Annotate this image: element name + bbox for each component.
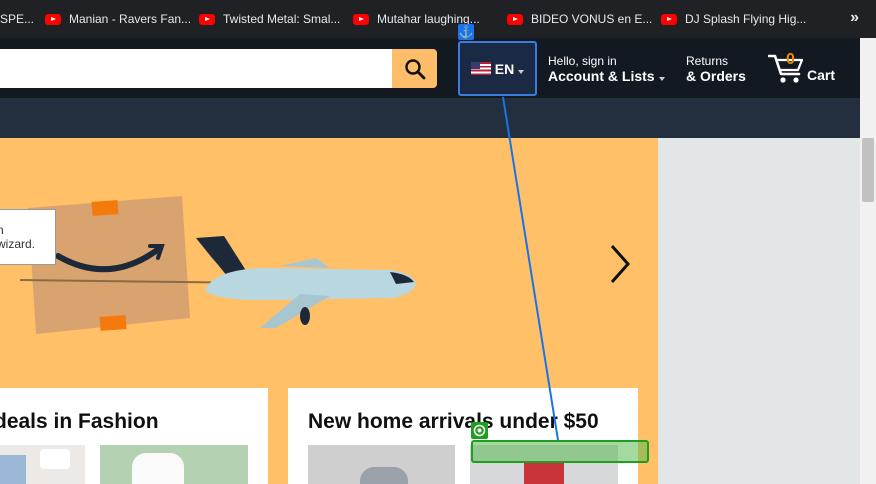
search-input[interactable] <box>0 49 392 88</box>
cart-link[interactable]: 0 Cart <box>768 50 840 86</box>
account-lists-label: Account & Lists <box>548 68 655 84</box>
search-button[interactable] <box>392 49 437 88</box>
bookmark-item[interactable]: Manian - Ravers Fan... <box>45 0 191 38</box>
bookmark-item[interactable]: DJ Splash Flying Hig... <box>661 0 806 38</box>
scrollbar-track[interactable] <box>860 38 876 484</box>
scrollbar-thumb[interactable] <box>862 138 874 202</box>
youtube-icon <box>661 13 677 25</box>
us-flag-icon <box>470 62 491 75</box>
home-arrivals-card[interactable]: New home arrivals under $50 <box>288 388 638 484</box>
page-background <box>658 138 860 484</box>
returns-orders-link[interactable]: Returns & Orders <box>686 54 746 84</box>
language-label: EN <box>494 60 515 77</box>
anchor-icon: ⚓ <box>458 24 474 40</box>
bookmark-label: DJ Splash Flying Hig... <box>685 12 807 26</box>
hero-banner[interactable]: deals in Fashion New home arrivals under… <box>0 138 658 484</box>
highlight-target <box>471 440 649 463</box>
search-icon <box>404 58 425 79</box>
language-selector[interactable]: EN <box>458 41 537 96</box>
secondary-nav-bar <box>0 98 860 138</box>
card-title: New home arrivals under $50 <box>308 410 599 433</box>
account-greeting: Hello, sign in <box>548 54 617 68</box>
bookmarks-bar: SPE... Manian - Ravers Fan... Twisted Me… <box>0 0 876 38</box>
bookmark-label: BIDEO VONUS en E... <box>531 12 653 26</box>
home-thumbnail[interactable] <box>308 445 455 484</box>
fashion-deals-card[interactable]: deals in Fashion <box>0 388 268 484</box>
bookmark-item[interactable]: Twisted Metal: Smal... <box>199 0 340 38</box>
youtube-icon <box>199 13 215 25</box>
youtube-icon <box>507 13 523 25</box>
bookmarks-overflow-button[interactable]: » <box>850 9 859 27</box>
bookmark-label: Twisted Metal: Smal... <box>223 12 341 26</box>
cart-label: Cart <box>807 67 836 83</box>
orders-label: & Orders <box>686 68 746 84</box>
account-lists-menu[interactable]: Hello, sign in Account & Lists <box>548 54 665 84</box>
airplane-illustration <box>196 236 416 328</box>
cart-count: 0 <box>786 51 795 68</box>
target-icon <box>471 422 488 439</box>
card-title: deals in Fashion <box>0 410 159 433</box>
bookmark-item[interactable]: BIDEO VONUS en E... <box>507 0 652 38</box>
tooltip: n wizard. <box>0 209 56 265</box>
youtube-icon <box>45 13 61 25</box>
fashion-thumbnail[interactable] <box>100 445 248 484</box>
caret-down-icon <box>658 77 665 81</box>
caret-down-icon <box>518 69 525 74</box>
bookmark-label: Manian - Ravers Fan... <box>69 12 192 26</box>
bookmark-label: SPE... <box>0 12 35 26</box>
returns-label: Returns <box>686 54 729 68</box>
carousel-next-button[interactable] <box>606 242 636 286</box>
bookmark-item[interactable]: SPE... <box>0 0 34 38</box>
fashion-thumbnail[interactable] <box>0 445 85 484</box>
youtube-icon <box>353 13 369 25</box>
